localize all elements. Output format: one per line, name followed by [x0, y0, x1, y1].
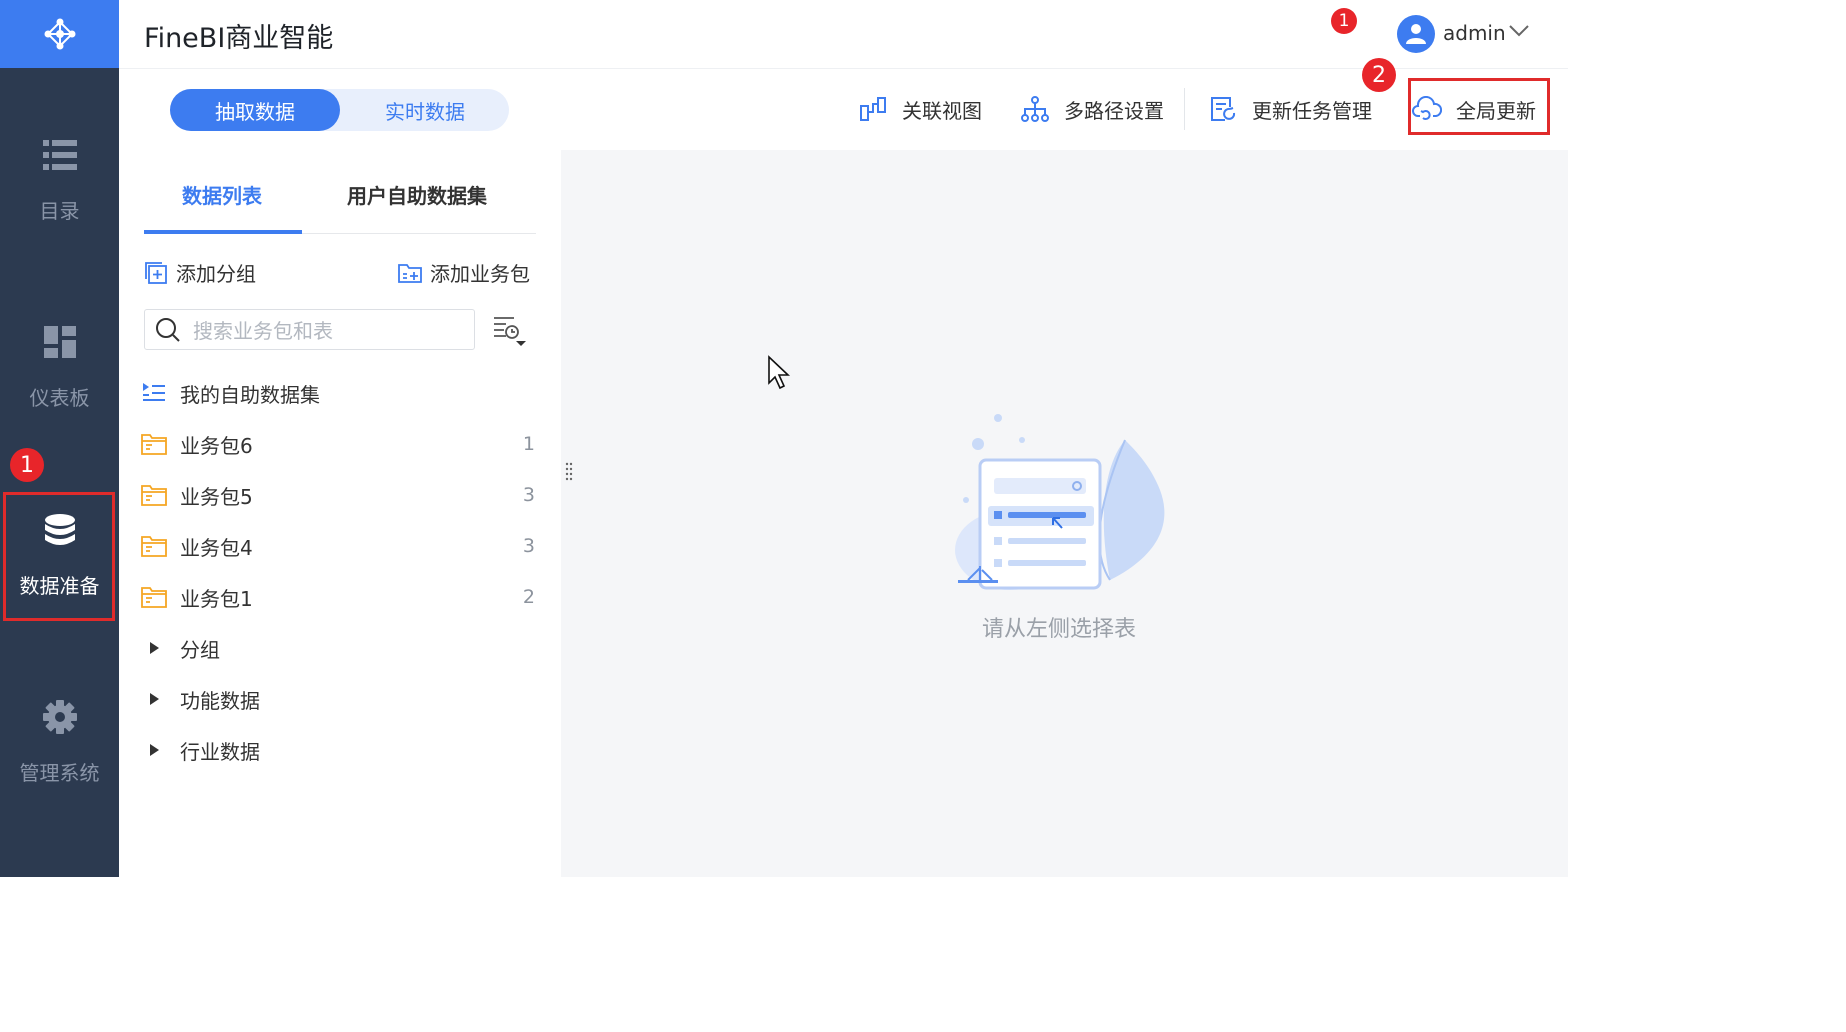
nav-label: 仪表板	[29, 385, 90, 410]
hierarchy-icon	[1020, 94, 1050, 124]
extract-realtime-switch: 抽取数据 实时数据	[170, 89, 509, 131]
item-count: 3	[522, 484, 535, 506]
relation-view-label: 关联视图	[902, 98, 982, 123]
relation-view-icon	[858, 94, 888, 124]
left-navigation: 目录 仪表板 数据准备 1 管理系统	[0, 0, 119, 877]
folder-icon	[140, 533, 168, 559]
item-count: 2	[522, 586, 535, 608]
add-package-label: 添加业务包	[430, 262, 530, 286]
toolbar-divider	[1184, 88, 1185, 130]
list-item-package[interactable]: 业务包4 3	[140, 524, 540, 568]
list-item-label: 业务包5	[180, 484, 253, 509]
list-item-label: 业务包4	[180, 535, 253, 560]
update-task-manager-label: 更新任务管理	[1252, 98, 1372, 123]
app-title: FineBI商业智能	[144, 23, 334, 54]
tab-extract-data[interactable]: 抽取数据	[170, 89, 340, 131]
item-count: 1	[522, 433, 535, 455]
search-box	[144, 309, 475, 351]
search-input[interactable]	[191, 310, 465, 351]
dataset-list-icon	[140, 380, 168, 406]
tab-data-list[interactable]: 数据列表	[182, 180, 262, 209]
folder-icon	[140, 584, 168, 610]
multipath-settings-label: 多路径设置	[1064, 98, 1164, 123]
active-tab-indicator	[144, 230, 302, 234]
avatar[interactable]	[1397, 15, 1435, 53]
tab-realtime-data[interactable]: 实时数据	[340, 89, 510, 131]
user-icon	[1406, 24, 1426, 44]
list-item-label: 业务包6	[180, 433, 253, 458]
list-item-label: 我的自助数据集	[180, 382, 320, 407]
item-count: 3	[522, 535, 535, 557]
search-icon	[156, 318, 180, 342]
nav-item-dashboard[interactable]: 仪表板	[0, 307, 119, 427]
list-item-label: 业务包1	[180, 586, 253, 611]
nav-label: 目录	[39, 198, 80, 223]
add-group-label: 添加分组	[176, 262, 256, 286]
resize-handle-icon[interactable]	[565, 462, 573, 484]
nav-label: 管理系统	[19, 760, 100, 785]
nav-item-catalog[interactable]: 目录	[0, 120, 119, 240]
add-folder-icon	[398, 261, 422, 285]
list-item-label: 分组	[180, 637, 220, 662]
list-item-package[interactable]: 业务包1 2	[140, 575, 540, 619]
relation-view-button[interactable]: 关联视图	[858, 90, 982, 128]
caret-right-icon[interactable]	[140, 743, 168, 757]
highlight-box	[1408, 78, 1550, 135]
gear-icon	[42, 699, 78, 735]
dashboard-icon	[42, 324, 78, 360]
list-item-group[interactable]: 行业数据	[140, 728, 540, 772]
tab-user-self-service-dataset[interactable]: 用户自助数据集	[347, 180, 487, 209]
list-item-package[interactable]: 业务包5 3	[140, 473, 540, 517]
multipath-settings-button[interactable]: 多路径设置	[1020, 90, 1164, 128]
add-group-button[interactable]: 添加分组	[144, 258, 256, 287]
chevron-down-icon[interactable]	[1508, 24, 1530, 38]
nav-item-admin[interactable]: 管理系统	[0, 682, 119, 802]
task-refresh-icon	[1208, 94, 1238, 124]
list-item-group[interactable]: 分组	[140, 626, 540, 670]
list-item-group[interactable]: 功能数据	[140, 677, 540, 721]
empty-state-message: 请从左侧选择表	[982, 617, 1137, 642]
list-item-my-self-service-dataset[interactable]: 我的自助数据集	[140, 371, 540, 415]
caret-right-icon[interactable]	[140, 692, 168, 706]
empty-state-illustration	[955, 414, 1165, 590]
mouse-cursor-icon	[768, 355, 791, 390]
list-item-label: 功能数据	[180, 688, 260, 713]
add-group-icon	[144, 261, 168, 285]
filter-sort-button[interactable]	[492, 315, 528, 349]
username[interactable]: admin	[1443, 21, 1506, 45]
list-icon	[42, 137, 78, 173]
finebi-logo-icon	[44, 18, 75, 50]
list-item-label: 行业数据	[180, 739, 260, 764]
folder-icon	[140, 482, 168, 508]
highlight-box	[3, 492, 115, 621]
add-package-button[interactable]: 添加业务包	[398, 258, 530, 287]
filter-time-icon	[494, 317, 526, 346]
step-badge: 1	[10, 448, 44, 482]
folder-icon	[140, 431, 168, 457]
caret-right-icon[interactable]	[140, 641, 168, 655]
notification-count-badge: 1	[1331, 8, 1357, 34]
step-badge: 2	[1362, 58, 1396, 92]
list-item-package[interactable]: 业务包6 1	[140, 422, 540, 466]
update-task-manager-button[interactable]: 更新任务管理	[1208, 90, 1372, 128]
logo[interactable]	[0, 0, 119, 68]
